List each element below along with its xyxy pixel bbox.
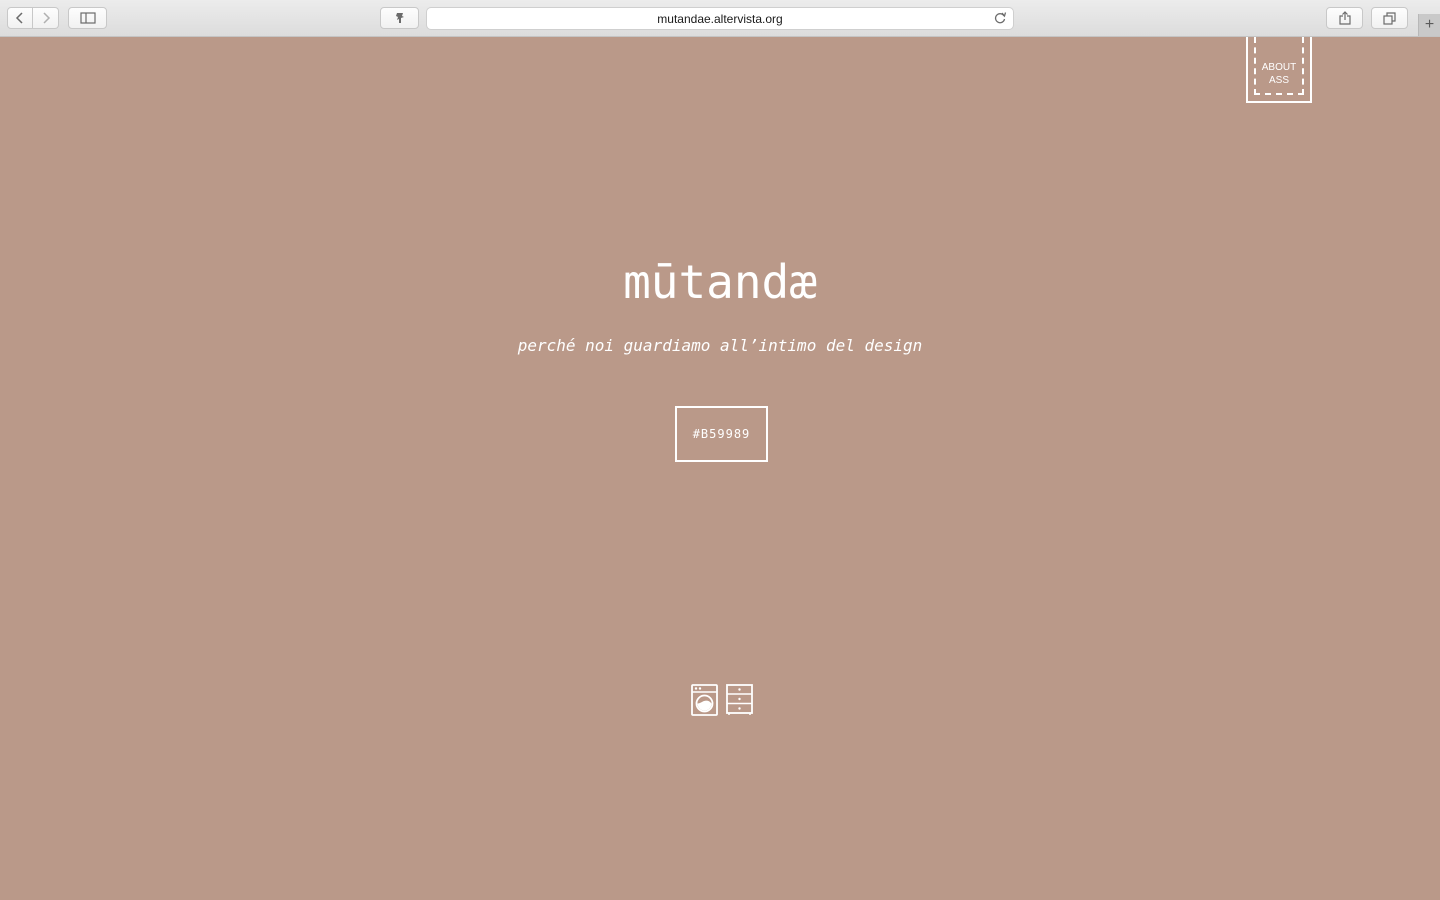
url-text: mutandae.altervista.org [657,11,783,26]
about-tag-line2: ASS [1268,75,1289,86]
about-ass-tag[interactable]: ABOUT ASS [1246,37,1312,103]
color-code-label: #B59989 [692,427,751,441]
address-bar[interactable]: mutandae.altervista.org [426,7,1014,30]
about-tag-stitching: ABOUT ASS [1254,37,1304,95]
dresser-icon[interactable] [726,684,753,721]
browser-toolbar: mutandae.altervista.org + [0,0,1440,37]
back-button[interactable] [7,7,33,29]
share-button[interactable] [1326,7,1363,29]
site-tagline: perché noi guardiamo all’intimo del desi… [517,336,923,355]
site-title: mūtandæ [623,255,817,309]
about-tag-line1: ABOUT [1261,62,1297,73]
figure-icon [395,13,404,23]
chevron-right-icon [42,12,50,24]
sidebar-icon [79,12,96,24]
plus-icon: + [1424,16,1435,33]
forward-button[interactable] [33,7,59,29]
new-tab-button[interactable]: + [1418,14,1440,36]
bottom-icon-group [691,684,753,721]
tabs-overview-button[interactable] [1371,7,1408,29]
share-icon [1338,11,1351,25]
color-code-button[interactable]: #B59989 [675,406,768,462]
chevron-left-icon [15,12,23,24]
extension-button[interactable] [380,7,419,29]
tabs-icon [1383,11,1396,25]
page-content: ABOUT ASS mūtandæ perché noi guardiamo a… [0,37,1440,900]
sidebar-toggle-button[interactable] [68,7,107,29]
reload-icon[interactable] [993,11,1007,25]
washing-machine-icon[interactable] [691,684,718,721]
